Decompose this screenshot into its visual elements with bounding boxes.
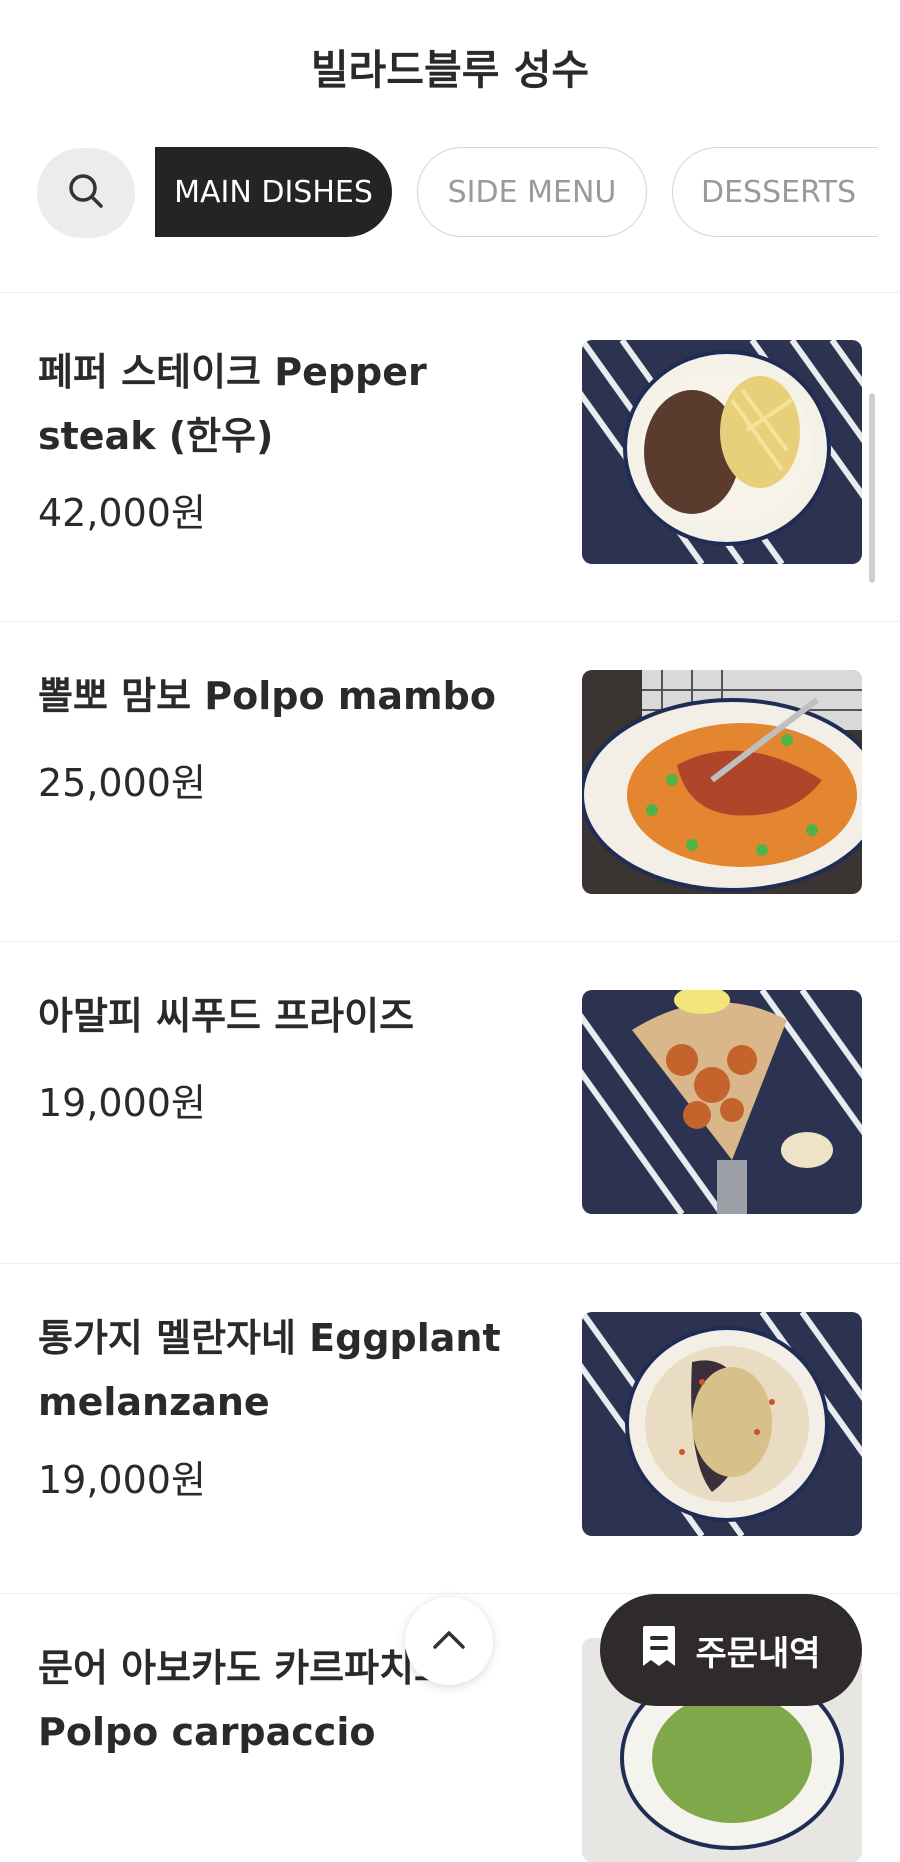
menu-item[interactable]: 페퍼 스테이크 Pepper steak (한우) 42,000원: [0, 292, 900, 622]
header: 빌라드블루 성수: [0, 0, 900, 130]
scroll-to-top-button[interactable]: [405, 1597, 493, 1685]
search-icon: [66, 171, 106, 215]
menu-item-price: 25,000원: [38, 761, 206, 805]
menu-item[interactable]: 뽈뽀 맘보 Polpo mambo 25,000원: [0, 622, 900, 942]
scroll-fade: [878, 130, 900, 290]
tab-main-dishes[interactable]: MAIN DISHES: [155, 147, 392, 237]
menu-item-name: 페퍼 스테이크 Pepper steak (한우): [38, 350, 427, 458]
tab-side-menu[interactable]: SIDE MENU: [417, 147, 647, 237]
tab-desserts[interactable]: DESSERTS: [672, 147, 900, 237]
menu-item-name: 통가지 멜란자네 Eggplant melanzane: [38, 1316, 501, 1424]
search-button[interactable]: [37, 148, 135, 238]
menu-item-photo: [582, 1312, 862, 1536]
menu-item-price: 19,000원: [38, 1458, 206, 1502]
category-bar: MAIN DISHES SIDE MENU DESSERTS: [0, 130, 900, 293]
order-history-label: 주문내역: [695, 1633, 821, 1674]
menu-item-photo: [582, 990, 862, 1214]
page-title: 빌라드블루 성수: [310, 46, 590, 94]
scrollbar[interactable]: [869, 393, 875, 583]
menu-item-name: 뽈뽀 맘보 Polpo mambo: [38, 674, 496, 718]
menu-item-photo: [582, 670, 862, 894]
menu-item[interactable]: 통가지 멜란자네 Eggplant melanzane 19,000원: [0, 1264, 900, 1594]
menu-item-price: 19,000원: [38, 1081, 206, 1125]
order-history-button[interactable]: 주문내역: [600, 1594, 862, 1706]
menu-item[interactable]: 아말피 씨푸드 프라이즈 19,000원: [0, 942, 900, 1264]
receipt-icon: [641, 1624, 677, 1677]
menu-item-photo: [582, 340, 862, 564]
menu-item-name: 아말피 씨푸드 프라이즈: [38, 994, 415, 1038]
menu-item-price: 42,000원: [38, 491, 206, 535]
chevron-up-icon: [432, 1628, 466, 1654]
